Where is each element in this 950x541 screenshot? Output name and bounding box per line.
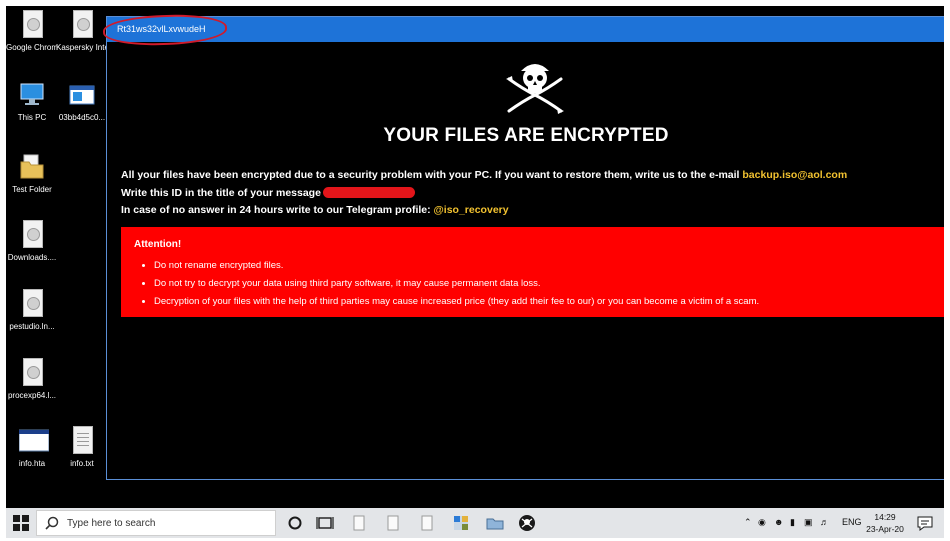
attention-list: Do not rename encrypted files. Do not tr… (134, 257, 759, 311)
desktop-icon-chrome[interactable]: Google Chrome.lnk... (6, 10, 58, 52)
attention-box: Attention! Do not rename encrypted files… (121, 227, 944, 317)
desktop-icon-label: pestudio.ln... (9, 322, 55, 331)
pestudio-shortcut-icon (19, 289, 45, 319)
desktop-icon-info-hta[interactable]: info.hta (6, 426, 58, 468)
desktop: Google Chrome.lnk... Kaspersky Internet … (6, 6, 944, 508)
desktop-icon-procexp[interactable]: procexp64.l... (6, 358, 58, 400)
ransom-headline: YOUR FILES ARE ENCRYPTED (383, 125, 669, 146)
executable-icon (69, 80, 95, 110)
message-text: In case of no answer in 24 hours write t… (121, 204, 431, 216)
desktop-icon-label: Downloads.... (7, 253, 57, 262)
app-grid-icon[interactable] (452, 514, 470, 532)
chrome-shortcut-icon (19, 10, 45, 40)
text-file-icon (69, 426, 95, 456)
annotation-circle (102, 12, 228, 48)
desktop-icon-info-txt[interactable]: info.txt (56, 426, 108, 468)
skull-crossbones-icon (506, 64, 564, 114)
desktop-icon-this-pc[interactable]: This PC (6, 80, 58, 122)
desktop-icon-kaspersky[interactable]: Kaspersky Internet Sec... (56, 10, 108, 52)
desktop-icon-label: info.txt (70, 459, 94, 468)
file-icon[interactable] (384, 514, 402, 532)
taskbar: Type here to search ⌃ ◉ ☻ ▮ ▣ ♬ ENG 14:2… (6, 508, 944, 538)
windows-start-icon[interactable] (12, 514, 30, 532)
desktop-icon-executable[interactable]: 03bb4d5c0... (56, 80, 108, 122)
network-icon[interactable]: ▣ (804, 517, 813, 528)
contact-email: backup.iso@aol.com (742, 169, 848, 181)
desktop-icon-label: 03bb4d5c0... (58, 113, 106, 122)
window-titlebar[interactable]: Rt31ws32vlLxvwudeH (102, 12, 944, 48)
taskbar-search-box[interactable]: Type here to search (36, 510, 276, 536)
ransom-message-line-1: All your files have been encrypted due t… (121, 169, 847, 181)
volume-icon[interactable]: ♬ (820, 517, 829, 527)
hta-file-icon (18, 426, 50, 456)
desktop-icon-downloads[interactable]: Downloads.... (6, 220, 58, 262)
tray-app-icon[interactable]: ◉ (758, 517, 766, 528)
desktop-icon-label: procexp64.l... (7, 391, 57, 400)
attention-item: Decryption of your files with the help o… (154, 293, 759, 311)
desktop-icon-label: Google Chrome.lnk... (6, 43, 58, 52)
ransom-message-line-3: In case of no answer in 24 hours write t… (121, 204, 509, 216)
clock[interactable]: 14:29 23-Apr-20 (864, 511, 906, 535)
battery-icon[interactable]: ▮ (790, 517, 795, 528)
kaspersky-shortcut-icon (69, 10, 95, 40)
desktop-icon-label: info.hta (18, 459, 46, 468)
this-pc-icon (19, 80, 45, 110)
desktop-icon-pestudio[interactable]: pestudio.ln... (6, 289, 58, 331)
desktop-icon-label: This PC (17, 113, 47, 122)
pirate-app-icon[interactable] (518, 514, 536, 532)
cortana-icon[interactable] (286, 514, 304, 532)
redacted-id (322, 187, 415, 198)
procexp-shortcut-icon (19, 358, 45, 388)
attention-title: Attention! (134, 239, 182, 250)
file-icon[interactable] (418, 514, 436, 532)
show-hidden-icons-chevron-icon[interactable]: ⌃ (744, 517, 752, 528)
ransom-note-window: Rt31ws32vlLxvwudeH YOUR FILES ARE ENCRYP… (102, 12, 944, 480)
desktop-icon-label: Test Folder (12, 185, 52, 194)
downloads-shortcut-icon (19, 220, 45, 250)
telegram-handle: @iso_recovery (433, 204, 509, 216)
task-view-icon[interactable] (316, 514, 334, 532)
message-text: All your files have been encrypted due t… (121, 169, 740, 181)
attention-item: Do not try to decrypt your data using th… (154, 275, 759, 293)
search-icon (45, 516, 59, 530)
search-placeholder: Type here to search (67, 518, 156, 529)
file-icon[interactable] (350, 514, 368, 532)
ransom-message-line-2: Write this ID in the title of your messa… (121, 187, 415, 199)
people-icon[interactable]: ☻ (774, 517, 783, 527)
clock-time: 14:29 (874, 512, 896, 522)
folder-icon (19, 152, 45, 182)
attention-item: Do not rename encrypted files. (154, 257, 759, 275)
folder-taskbar-icon[interactable] (486, 514, 504, 532)
language-indicator[interactable]: ENG (842, 517, 862, 527)
desktop-icon-label: Kaspersky Internet Sec... (56, 43, 108, 52)
desktop-icon-test-folder[interactable]: Test Folder (6, 152, 58, 194)
clock-date: 23-Apr-20 (866, 524, 904, 534)
notifications-icon[interactable] (916, 514, 934, 532)
message-text: Write this ID in the title of your messa… (121, 187, 321, 199)
